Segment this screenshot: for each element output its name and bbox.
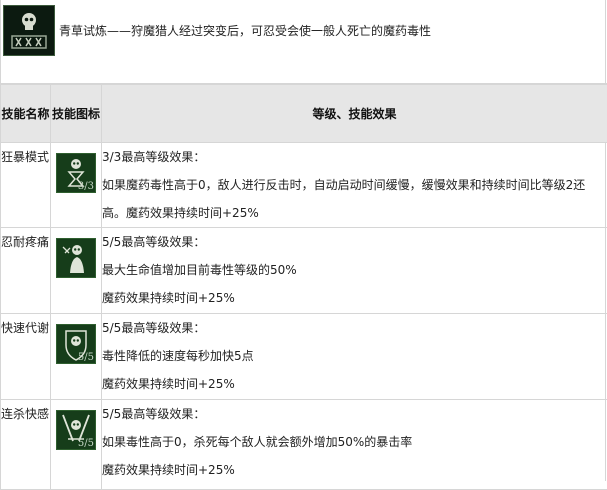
- effect-title: 3/3最高等级效果：: [102, 143, 607, 171]
- intro-section: 青草试炼——狩魔猎人经过突变后，可忍受会使一般人死亡的魔药毒性: [0, 0, 607, 84]
- effect-title: 5/5最高等级效果：: [102, 400, 607, 428]
- skull-figure-icon: [56, 238, 96, 278]
- header-skill-name: 技能名称: [1, 85, 51, 143]
- effect-line: 魔药效果持续时间+25%: [102, 284, 607, 312]
- effect-title: 5/5最高等级效果：: [102, 314, 607, 342]
- skill-rank: 5/5: [78, 438, 94, 449]
- skill-name: 快速代谢: [1, 314, 51, 400]
- effect-line: 魔药效果持续时间+25%: [102, 370, 607, 398]
- skill-rank: 3/3: [78, 181, 94, 192]
- skill-rank: 5/5: [78, 352, 94, 363]
- skull-swords-icon: 5/5: [56, 410, 96, 450]
- header-skill-icon: 技能图标: [51, 85, 102, 143]
- effect-line: 如果魔药毒性高于0，敌人进行反击时，自动启动时间缓慢，缓慢效果和持续时间比等级2…: [102, 171, 607, 227]
- skill-name: 连杀快感: [1, 400, 51, 490]
- effect-line: 如果毒性高于0，杀死每个敌人就会额外增加50%的暴击率: [102, 428, 607, 456]
- skull-hourglass-icon: 3/3: [56, 153, 96, 193]
- table-row: 忍耐疼痛 5/5最高等级效果： 最大生命值增加目前毒性等级的50% 魔药效果持: [1, 228, 607, 314]
- table-row: 连杀快感 5/5 5/5最高等级效果： 如果毒性高于0，杀死每个敌人就会额外增加…: [1, 400, 607, 490]
- effect-line: 毒性降低的速度每秒加快5点: [102, 342, 607, 370]
- effect-line: 最大生命值增加目前毒性等级的50%: [102, 256, 607, 284]
- effect-title: 5/5最高等级效果：: [102, 228, 607, 256]
- header-effect: 等级、技能效果: [102, 85, 607, 143]
- skill-name: 狂暴模式: [1, 143, 51, 228]
- skill-name: 忍耐疼痛: [1, 228, 51, 314]
- intro-text: 青草试炼——狩魔猎人经过突变后，可忍受会使一般人死亡的魔药毒性: [59, 22, 431, 39]
- table-header-row: 技能名称 技能图标 等级、技能效果: [1, 85, 607, 143]
- skills-table: 技能名称 技能图标 等级、技能效果 狂暴模式 3/3 3/3最高等级效: [0, 84, 607, 490]
- table-row: 快速代谢 5/5 5/5最高等级效果： 毒性降低的速度每秒加快5点 魔药效果持续…: [1, 314, 607, 400]
- skull-shield-icon: 5/5: [56, 324, 96, 364]
- toxic-skull-emblem-icon: [3, 5, 55, 56]
- effect-line: 魔药效果持续时间+25%: [102, 456, 607, 484]
- table-row: 狂暴模式 3/3 3/3最高等级效果： 如果魔药毒性高于0，敌人进行反击时，自动…: [1, 143, 607, 228]
